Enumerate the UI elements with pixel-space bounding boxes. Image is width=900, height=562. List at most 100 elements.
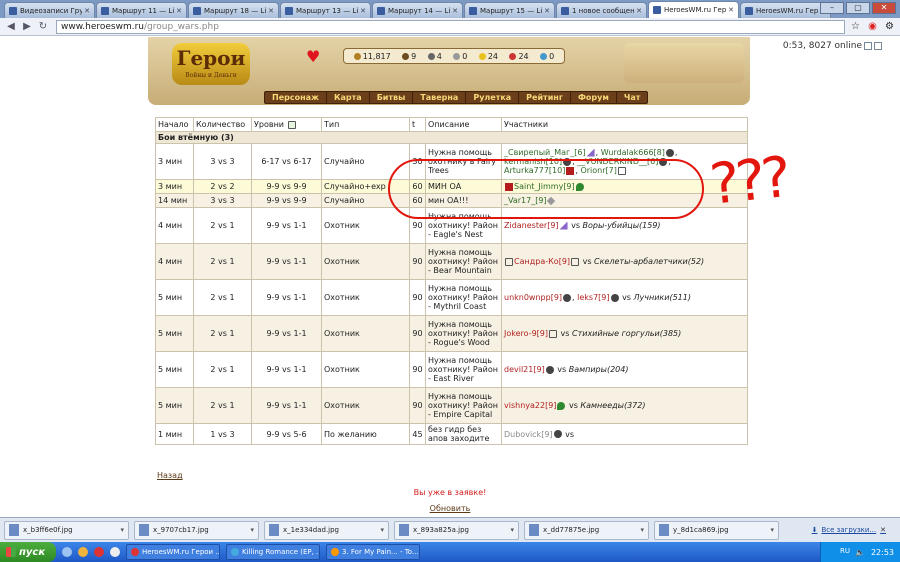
table-row[interactable]: 4 мин 2 vs 1 9-9 vs 1-1 Охотник 90 Нужна… <box>155 207 748 244</box>
chevron-down-icon[interactable]: ▾ <box>250 526 254 534</box>
player-link[interactable]: Wurdalak666[8] <box>601 148 665 157</box>
browser-tab[interactable]: Видеозаписи Груп ✕ <box>4 2 95 18</box>
opera-icon[interactable]: ◉ <box>866 20 879 33</box>
quicklaunch-icon[interactable] <box>110 547 120 557</box>
forward-arrow-icon[interactable]: ▶ <box>20 20 34 34</box>
browser-tab[interactable]: Маршрут 15 — Ligu✕ <box>464 2 555 18</box>
menu-item-forum[interactable]: Форум <box>571 92 617 103</box>
wrench-icon[interactable]: ⚙ <box>883 20 896 33</box>
table-row[interactable]: 5 мин 2 vs 1 9-9 vs 1-1 Охотник 90 Нужна… <box>155 351 748 388</box>
reload-icon[interactable]: ↻ <box>36 20 50 34</box>
logo[interactable]: Герои Войны и Деньги <box>172 43 250 85</box>
menu-item-chat[interactable]: Чат <box>617 92 648 103</box>
table-row[interactable]: 5 мин 2 vs 1 9-9 vs 1-1 Охотник 90 Нужна… <box>155 387 748 424</box>
monster-name: Скелеты-арбалетчики(52) <box>594 257 705 266</box>
speaker-icon[interactable]: 🔈 <box>855 548 865 557</box>
table-row[interactable]: 3 мин 3 vs 3 6-17 vs 6-17 Случайно 30 Ну… <box>155 143 748 180</box>
language-indicator[interactable]: RU <box>840 547 850 555</box>
downloads-icon: ⬇ <box>811 526 818 534</box>
menu-item-character[interactable]: Персонаж <box>265 92 327 103</box>
taskbar-item[interactable]: Killing Romance (EP, ... <box>226 544 320 560</box>
chevron-down-icon[interactable]: ▾ <box>510 526 514 534</box>
all-downloads-link[interactable]: ⬇ Все загрузки... ✕ <box>812 526 886 534</box>
close-tab-icon[interactable]: ✕ <box>728 6 734 14</box>
close-window-icon[interactable]: ✕ <box>872 2 896 14</box>
class-icon <box>586 148 595 157</box>
browser-tab[interactable]: Маршрут 11 — Ligu✕ <box>96 2 187 18</box>
player-link[interactable]: leks7[9] <box>577 293 609 302</box>
back-link[interactable]: Назад <box>157 471 183 480</box>
player-link[interactable]: _Свирепый_Маг_[6] <box>504 148 586 157</box>
close-tab-icon[interactable]: ✕ <box>84 7 90 15</box>
player-link[interactable]: vishnya22[9] <box>504 401 556 410</box>
chevron-down-icon[interactable]: ▾ <box>120 526 124 534</box>
player-link[interactable]: Zidanester[9] <box>504 221 559 230</box>
player-link[interactable]: Сандра-Ко[9] <box>514 257 570 266</box>
menu-item-tavern[interactable]: Таверна <box>413 92 467 103</box>
player-link[interactable]: kermanish[10] <box>504 157 562 166</box>
browser-tab[interactable]: HeroesWM.ru Герои✕ <box>740 2 831 18</box>
chevron-down-icon[interactable]: ▾ <box>640 526 644 534</box>
browser-tab[interactable]: Маршрут 14 — Ligu✕ <box>372 2 463 18</box>
player-link[interactable]: Orionr[7] <box>580 166 616 175</box>
table-row[interactable]: 5 мин 2 vs 1 9-9 vs 1-1 Охотник 90 Нужна… <box>155 279 748 316</box>
browser-tab[interactable]: Маршрут 18 — Ligu✕ <box>188 2 279 18</box>
close-icon[interactable]: ✕ <box>880 526 886 534</box>
download-item[interactable]: x_b3ff6e0f.jpg ▾ <box>4 520 129 540</box>
col-start: Начало <box>155 117 194 132</box>
player-link[interactable]: unkn0wnpp[9] <box>504 293 562 302</box>
close-tab-icon[interactable]: ✕ <box>636 7 642 15</box>
table-row[interactable]: 4 мин 2 vs 1 9-9 vs 1-1 Охотник 90 Нужна… <box>155 243 748 280</box>
download-item[interactable]: x_dd77875e.jpg ▾ <box>524 520 649 540</box>
maximize-icon[interactable]: ▢ <box>846 2 870 14</box>
quicklaunch-icon[interactable] <box>62 547 72 557</box>
chevron-down-icon[interactable]: ▾ <box>770 526 774 534</box>
downloads-bar: x_b3ff6e0f.jpg ▾ x_9707cb17.jpg ▾ x_1e334d… <box>0 517 900 542</box>
player-link[interactable]: devil21[9] <box>504 365 545 374</box>
window-icon[interactable] <box>864 41 872 50</box>
download-item[interactable]: x_893a825a.jpg ▾ <box>394 520 519 540</box>
back-arrow-icon[interactable]: ◀ <box>4 20 18 34</box>
menu-item-rating[interactable]: Рейтинг <box>519 92 571 103</box>
quicklaunch-icon[interactable] <box>94 547 104 557</box>
table-row[interactable]: 1 мин 1 vs 3 9-9 vs 5-6 По желанию 45 бе… <box>155 423 748 445</box>
table-row[interactable]: 5 мин 2 vs 1 9-9 vs 1-1 Охотник 90 Нужна… <box>155 315 748 352</box>
online-counter: 0:53, 8027 online <box>783 41 882 51</box>
url-input[interactable]: www.heroeswm.ru/group_wars.php <box>56 19 845 34</box>
table-row[interactable]: 14 мин 3 vs 3 9-9 vs 9-9 Случайно 60 мин… <box>155 193 748 208</box>
taskbar-item[interactable]: HeroesWM.ru Герои ... <box>126 544 220 560</box>
menu-item-map[interactable]: Карта <box>327 92 370 103</box>
heart-icon[interactable]: ♥ <box>306 47 320 66</box>
star-icon[interactable]: ☆ <box>849 20 862 33</box>
window-icon[interactable] <box>874 41 882 50</box>
download-item[interactable]: x_1e334dad.jpg ▾ <box>264 520 389 540</box>
menu-item-battles[interactable]: Битвы <box>370 92 414 103</box>
menu-item-roulette[interactable]: Рулетка <box>466 92 520 103</box>
player-link[interactable]: Jokero-9[9] <box>504 329 548 338</box>
table-row[interactable]: 3 мин 2 vs 2 9-9 vs 9-9 Случайно+exp 60 … <box>155 179 748 194</box>
quicklaunch-icon[interactable] <box>78 547 88 557</box>
player-link[interactable]: Arturka777[10] <box>504 166 565 175</box>
browser-tab[interactable]: 1 новое сообщени ✕ <box>556 2 647 18</box>
browser-tab[interactable]: Маршрут 13 — Ligu✕ <box>280 2 371 18</box>
monster-name: Лучники(511) <box>633 293 691 302</box>
close-tab-icon[interactable]: ✕ <box>544 7 550 15</box>
chevron-down-icon[interactable]: ▾ <box>380 526 384 534</box>
taskbar-item[interactable]: 3. For My Pain... - To... <box>326 544 420 560</box>
close-tab-icon[interactable]: ✕ <box>176 7 182 15</box>
player-link[interactable]: __VUNDERKIND__[6] <box>577 157 658 166</box>
checkbox-icon[interactable] <box>287 120 296 129</box>
player-link[interactable]: Saint_Jimmy[9] <box>514 182 575 191</box>
start-button[interactable]: пуск <box>0 542 56 562</box>
player-link[interactable]: Dubovick[9] <box>504 430 553 439</box>
close-tab-icon[interactable]: ✕ <box>360 7 366 15</box>
player-link[interactable]: _Var17_[9] <box>504 196 547 205</box>
download-item[interactable]: x_9707cb17.jpg ▾ <box>134 520 259 540</box>
close-tab-icon[interactable]: ✕ <box>452 7 458 15</box>
class-icon <box>563 157 572 166</box>
download-item[interactable]: y_8d1ca869.jpg ▾ <box>654 520 779 540</box>
browser-tab-active[interactable]: HeroesWM.ru Герои✕ <box>648 1 739 18</box>
minimize-icon[interactable]: – <box>820 2 844 14</box>
refresh-link[interactable]: Обновить <box>0 504 900 513</box>
close-tab-icon[interactable]: ✕ <box>268 7 274 15</box>
